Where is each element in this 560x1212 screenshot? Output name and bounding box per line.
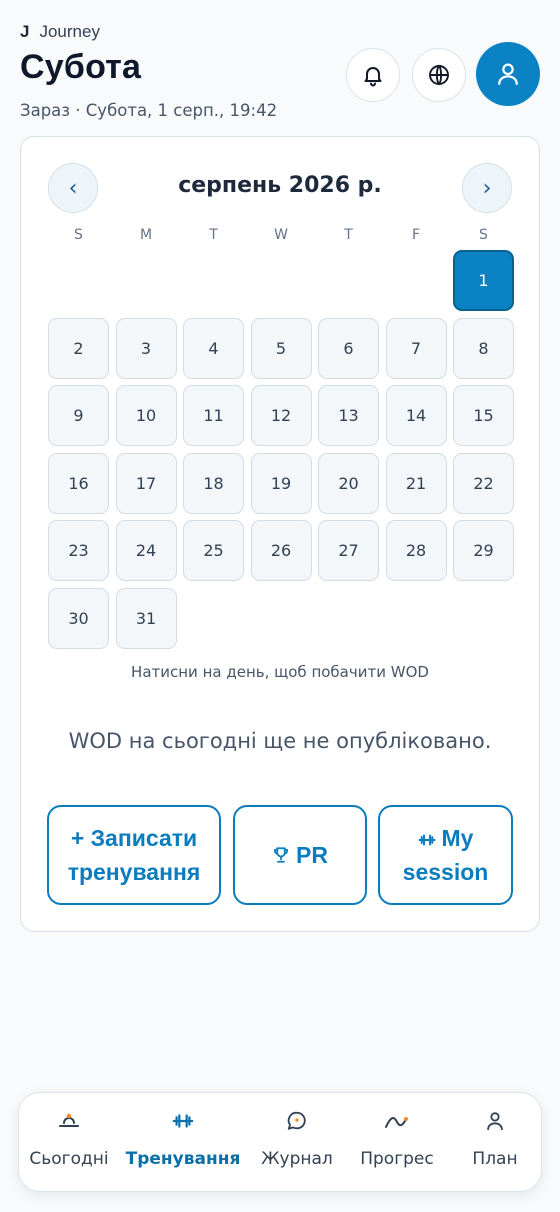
nav-label-journal: Журнал xyxy=(261,1149,333,1169)
globe-icon xyxy=(429,64,449,86)
trophy-icon xyxy=(274,847,288,863)
brand-logo: J xyxy=(20,22,30,41)
weekday-label: T xyxy=(344,227,353,243)
nav-label-today: Сьогодні xyxy=(29,1149,109,1169)
nav-label-progress: Прогрес xyxy=(360,1149,434,1169)
calendar-day[interactable]: 11 xyxy=(183,385,244,446)
calendar-day[interactable]: 22 xyxy=(453,452,514,514)
nav-item-journal[interactable]: Журнал xyxy=(247,1093,347,1193)
weekday-label: F xyxy=(411,227,421,243)
my-session-label-line2: session xyxy=(402,859,489,885)
header: J Journey Субота Зараз · Субота, 1 серп.… xyxy=(20,22,540,122)
brand: J Journey xyxy=(20,22,540,42)
calendar-day[interactable]: 27 xyxy=(318,520,379,581)
calendar-day[interactable]: 25 xyxy=(183,520,244,581)
calendar-day[interactable]: 14 xyxy=(385,385,447,446)
calendar-day[interactable]: 28 xyxy=(385,520,447,581)
calendar-day[interactable]: 23 xyxy=(48,520,109,581)
brand-name: Journey xyxy=(39,22,100,41)
calendar-day[interactable]: 9 xyxy=(48,385,109,446)
nav-item-plan[interactable]: План xyxy=(447,1093,543,1193)
nav-item-today[interactable]: Сьогодні xyxy=(19,1093,119,1193)
weekday-label: S xyxy=(74,227,83,243)
calendar-day[interactable]: 31 xyxy=(115,587,177,649)
language-button[interactable] xyxy=(412,48,466,102)
calendar-day[interactable]: 8 xyxy=(453,317,514,379)
pr-label: PR xyxy=(296,842,328,868)
next-month-button[interactable]: › xyxy=(462,163,512,213)
calendar-day[interactable]: 24 xyxy=(115,520,177,581)
user-icon xyxy=(498,63,518,86)
bottom-navigation: Сьогодні Тренування Журнал Прогрес План xyxy=(18,1092,542,1192)
weekday-label: S xyxy=(479,227,488,243)
log-workout-label-line2: тренування xyxy=(67,859,201,885)
calendar-day[interactable]: 12 xyxy=(250,385,312,446)
weekday-label: T xyxy=(209,227,218,243)
dumbbell-icon xyxy=(172,1114,194,1128)
calendar-day[interactable]: 4 xyxy=(183,317,244,379)
nav-label-plan: План xyxy=(472,1149,518,1169)
weekday-header: SMTWTFS xyxy=(48,227,514,247)
calendar-day-selected[interactable]: 1 xyxy=(453,250,514,311)
calendar-day[interactable]: 26 xyxy=(250,520,312,581)
calendar-day[interactable]: 3 xyxy=(115,317,177,379)
calendar-day[interactable]: 6 xyxy=(318,317,379,379)
calendar-day[interactable]: 13 xyxy=(318,385,379,446)
calendar-day[interactable]: 19 xyxy=(250,452,312,514)
chat-bubble-icon xyxy=(287,1111,306,1130)
my-session-button[interactable]: My session xyxy=(378,805,513,905)
nav-item-progress[interactable]: Прогрес xyxy=(347,1093,447,1193)
weekday-label: W xyxy=(274,227,288,243)
calendar-day[interactable]: 5 xyxy=(250,317,312,379)
calendar-day[interactable]: 20 xyxy=(318,452,379,514)
wod-empty-message: WOD на сьогодні ще не опубліковано. xyxy=(68,729,492,753)
calendar-card: ‹ серпень 2026 р. › SMTWTFS 1 2 3 4 5 6 7 8 9 10 1… xyxy=(20,136,540,932)
weekday-label: M xyxy=(139,227,153,243)
calendar-day[interactable]: 15 xyxy=(453,385,514,446)
calendar-hint: Натисни на день, щоб побачити WOD xyxy=(131,663,429,681)
calendar-day[interactable]: 16 xyxy=(48,452,109,514)
profile-button[interactable] xyxy=(476,42,540,106)
calendar-day[interactable]: 21 xyxy=(385,452,447,514)
nav-item-workouts[interactable]: Тренування xyxy=(119,1093,247,1193)
my-session-label-line1: My xyxy=(441,825,474,851)
dumbbell-icon xyxy=(418,834,435,846)
nav-label-workouts: Тренування xyxy=(125,1149,241,1169)
current-datetime: Зараз · Субота, 1 серп., 19:42 xyxy=(20,101,278,120)
calendar-day[interactable]: 2 xyxy=(48,317,109,379)
trend-icon xyxy=(385,1117,408,1128)
calendar-day[interactable]: 17 xyxy=(115,452,177,514)
person-icon xyxy=(487,1112,503,1131)
sunrise-icon xyxy=(59,1113,79,1127)
calendar-grid: 1 2 3 4 5 6 7 8 9 10 11 12 13 14 15 16 17 18 19 20 21 22 23 24 2… xyxy=(48,250,514,650)
log-workout-label-line1: + Записати xyxy=(70,825,198,851)
chevron-right-icon: › xyxy=(482,175,492,201)
calendar-day[interactable]: 10 xyxy=(115,385,177,446)
notifications-button[interactable] xyxy=(346,48,400,102)
calendar-day[interactable]: 29 xyxy=(453,520,514,581)
calendar-day[interactable]: 7 xyxy=(385,317,447,379)
calendar-day[interactable]: 18 xyxy=(183,452,244,514)
bell-icon xyxy=(364,67,382,87)
calendar-day[interactable]: 30 xyxy=(48,587,109,649)
pr-button[interactable]: PR xyxy=(233,805,367,905)
log-workout-button[interactable]: + Записати тренування xyxy=(47,805,221,905)
